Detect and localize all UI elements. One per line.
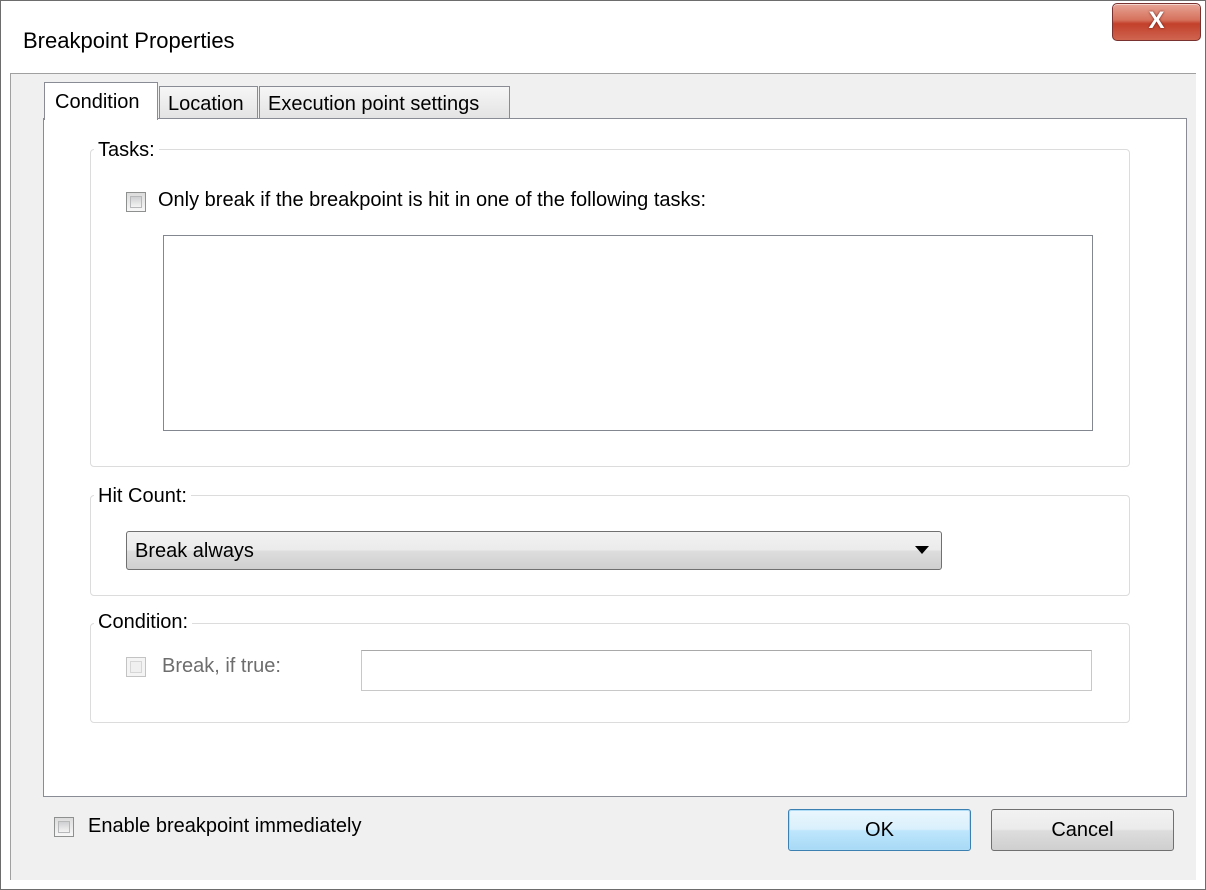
cancel-button[interactable]: Cancel xyxy=(991,809,1174,851)
tab-location-label: Location xyxy=(168,93,244,115)
enable-breakpoint-checkbox[interactable] xyxy=(54,817,74,837)
tab-condition[interactable]: Condition xyxy=(44,82,158,120)
tab-condition-label: Condition xyxy=(55,91,140,113)
dialog-client-area: Condition Location Execution point setti… xyxy=(10,73,1196,880)
only-break-in-tasks-label: Only break if the breakpoint is hit in o… xyxy=(158,189,707,211)
chevron-down-icon xyxy=(915,546,929,554)
hit-count-group-label: Hit Count: xyxy=(94,485,191,508)
enable-breakpoint-label: Enable breakpoint immediately xyxy=(88,815,362,837)
ok-button[interactable]: OK xyxy=(788,809,971,851)
close-icon: X xyxy=(1148,7,1165,34)
tasks-group-label: Tasks: xyxy=(94,139,159,162)
hit-count-dropdown[interactable]: Break always xyxy=(126,531,942,570)
tab-execution-point-settings[interactable]: Execution point settings xyxy=(259,86,510,119)
break-if-true-label: Break, if true: xyxy=(162,655,281,677)
close-button[interactable]: X xyxy=(1112,3,1201,41)
window-border-bottom xyxy=(1,880,1205,889)
condition-group-label: Condition: xyxy=(94,611,193,634)
break-if-true-checkbox[interactable] xyxy=(126,657,146,677)
condition-tab-panel: Tasks: Only break if the breakpoint is h… xyxy=(43,118,1187,797)
breakpoint-properties-dialog: Breakpoint Properties X Condition Locati… xyxy=(0,0,1206,890)
tab-execution-point-settings-label: Execution point settings xyxy=(268,93,480,115)
window-border-left xyxy=(1,73,10,889)
tasks-listbox[interactable] xyxy=(163,235,1093,431)
title-bar: Breakpoint Properties X xyxy=(1,1,1205,73)
tab-location[interactable]: Location xyxy=(159,86,258,119)
only-break-in-tasks-checkbox[interactable] xyxy=(126,192,146,212)
condition-expression-input[interactable] xyxy=(361,650,1092,691)
window-title: Breakpoint Properties xyxy=(23,28,235,53)
hit-count-selected-value: Break always xyxy=(135,540,254,562)
window-border-right xyxy=(1196,73,1205,889)
